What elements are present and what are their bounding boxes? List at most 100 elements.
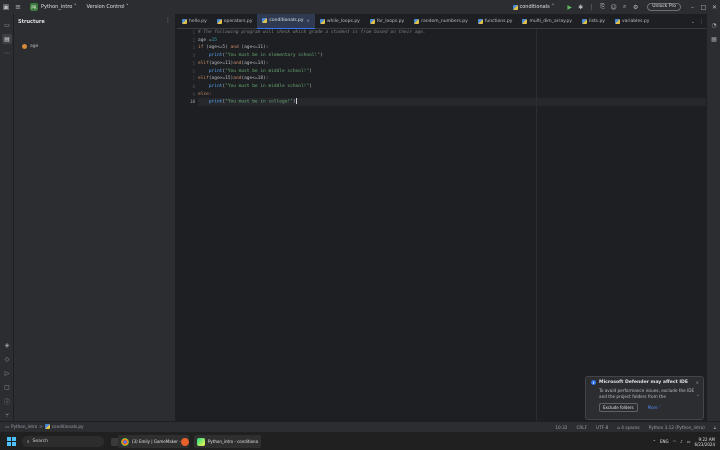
indent-setting[interactable]: ⌂ 4 spaces	[617, 425, 639, 430]
more-actions-icon[interactable]: ⋮	[586, 0, 597, 14]
debug-icon[interactable]: ✱	[575, 0, 586, 14]
run-icon[interactable]: ▶	[564, 0, 575, 14]
close-notification-icon[interactable]: ×	[696, 380, 699, 385]
python-file-icon	[262, 18, 268, 23]
file-encoding[interactable]: UTF-8	[596, 425, 608, 430]
tab-variables[interactable]: variables.py	[610, 14, 654, 29]
tab-conditionals[interactable]: conditionals.py ✕	[257, 13, 315, 29]
notification-body: To avoid performance issues, exclude the…	[599, 388, 695, 399]
maximize-icon[interactable]: □	[698, 0, 709, 14]
tab-multi-dim-array[interactable]: multi_dim_array.py	[517, 14, 577, 29]
more-actions-link[interactable]: More ˅	[648, 405, 661, 410]
taskbar-app-firefox[interactable]	[178, 435, 192, 448]
wifi-icon[interactable]: ◠	[673, 439, 677, 444]
line-number: 1	[192, 30, 195, 35]
lock-status-icon[interactable]: 🔒︎	[714, 425, 716, 430]
right-margin-guide	[536, 29, 537, 421]
code-with-me-icon[interactable]: ⎘	[597, 0, 608, 14]
taskbar-app-pycharm[interactable]: Python_intro - conditiona	[194, 435, 262, 448]
defender-notification: i Microsoft Defender may affect IDE × To…	[585, 376, 704, 420]
run-config-selector[interactable]: conditionals ˅	[512, 4, 554, 10]
python-interpreter[interactable]: Python 3.12 (Python_intro)	[649, 425, 705, 430]
profile-icon[interactable]: ☺	[608, 0, 619, 14]
editor-tabs: hello.py operators.py conditionals.py ✕ w…	[177, 13, 706, 29]
breadcrumb: ▭ Python_intro > conditionals.py	[5, 424, 84, 429]
pycharm-icon	[197, 437, 205, 446]
code-line-current: print("You must be in college!")	[208, 98, 297, 105]
tab-operators[interactable]: operators.py	[212, 14, 258, 29]
python-file-icon	[182, 18, 187, 24]
tab-for-loops[interactable]: for_loops.py	[365, 14, 409, 29]
search-icon[interactable]: ⌕	[619, 0, 630, 14]
structure-panel: Structure ⋮ age	[14, 14, 176, 421]
close-window-icon[interactable]: ✕	[709, 0, 720, 14]
layers-icon[interactable]: ◇	[2, 354, 12, 364]
exclude-folders-button[interactable]: Exclude folders	[599, 403, 638, 412]
more-tabs-icon[interactable]: ⌄	[691, 19, 695, 25]
notifications-icon[interactable]: ◔	[709, 20, 719, 30]
line-number: 8	[192, 83, 195, 89]
info-icon: i	[591, 380, 596, 385]
project-folder-icon[interactable]: ▭	[2, 20, 12, 30]
python-packages-icon[interactable]: ◈	[2, 340, 12, 350]
project-selector[interactable]: Python_intro ˅	[41, 4, 76, 10]
volume-icon[interactable]: ♪	[680, 439, 683, 444]
tab-random-numbers[interactable]: random_numbers.py	[409, 14, 473, 29]
left-tool-strip: ▭ ▤ ⋯ ◈ ◇ ▷ ▢ ⓘ ⑂	[0, 14, 14, 421]
line-number: 3	[192, 45, 195, 51]
tray-overflow-icon[interactable]: ⌃	[653, 439, 656, 444]
structure-title: Structure	[18, 19, 45, 25]
battery-icon[interactable]: ▭	[687, 439, 691, 444]
structure-item-age[interactable]: age	[22, 44, 38, 49]
breadcrumb-separator: >	[39, 424, 43, 429]
main-menu-icon[interactable]: ≡	[12, 0, 24, 14]
code-area[interactable]: # The following program will check which…	[198, 29, 706, 421]
language-indicator[interactable]: ENG	[660, 439, 669, 444]
tab-functions[interactable]: functions.py	[473, 14, 518, 29]
tab-hello[interactable]: hello.py	[177, 14, 212, 29]
expand-notification-icon[interactable]: ˅	[697, 395, 700, 401]
tab-options-icon[interactable]: ⋮	[699, 19, 704, 25]
firefox-icon	[181, 437, 189, 446]
line-number: 7	[192, 76, 195, 82]
run-panel-icon[interactable]: ▷	[2, 368, 12, 378]
unlock-pro-button[interactable]: Unlock Pro	[647, 3, 681, 11]
line-separator[interactable]: CRLF	[576, 425, 587, 430]
database-icon[interactable]: ▦	[709, 34, 719, 44]
python-file-icon	[319, 18, 325, 24]
code-line: print("You must be in elementary school!…	[208, 53, 323, 59]
structure-icon[interactable]: ▤	[2, 34, 12, 44]
app-logo-icon: ▣	[2, 3, 10, 11]
vcs-selector[interactable]: Version Control ˅	[86, 4, 128, 10]
windows-start-icon[interactable]	[7, 437, 16, 446]
notification-title: Microsoft Defender may affect IDE	[599, 380, 689, 385]
close-tab-icon[interactable]: ✕	[307, 18, 310, 23]
settings-gear-icon[interactable]: ⚙	[630, 0, 641, 14]
line-number: 4	[192, 53, 195, 59]
code-editor[interactable]: 1 2 3 4 5 6 7 8 9 10 # The following pro…	[177, 29, 706, 421]
text-caret	[295, 98, 297, 105]
tab-lists[interactable]: lists.py	[577, 14, 610, 29]
more-tools-icon[interactable]: ⋯	[2, 48, 12, 58]
problems-icon[interactable]: ⓘ	[2, 396, 12, 406]
line-number-gutter: 1 2 3 4 5 6 7 8 9 10	[177, 29, 197, 421]
folder-icon: ▭	[5, 424, 9, 429]
variable-icon	[22, 44, 27, 49]
taskbar-search[interactable]: ⌕ Search	[22, 436, 104, 447]
line-number: 6	[192, 68, 195, 74]
python-file-icon	[582, 18, 588, 24]
system-tray: ⌃ ENG ◠ ♪ ▭ 9:22 AM 6/23/2024	[653, 434, 715, 449]
search-icon: ⌕	[27, 439, 30, 445]
code-line: # The following program will check which…	[198, 30, 426, 35]
structure-options-icon[interactable]: ⋮	[165, 17, 171, 24]
line-number: 5	[192, 60, 195, 66]
caret-position[interactable]: 10:32	[555, 425, 567, 430]
breadcrumb-file[interactable]: conditionals.py	[52, 424, 84, 429]
minimize-icon[interactable]: –	[687, 0, 698, 14]
python-file-icon	[216, 18, 222, 24]
breadcrumb-root[interactable]: Python_intro	[11, 424, 37, 429]
tab-while-loops[interactable]: while_loops.py	[315, 14, 365, 29]
git-icon[interactable]: ⑂	[2, 410, 12, 420]
terminal-icon[interactable]: ▢	[2, 382, 12, 392]
taskbar-clock[interactable]: 9:22 AM 6/23/2024	[694, 437, 715, 447]
